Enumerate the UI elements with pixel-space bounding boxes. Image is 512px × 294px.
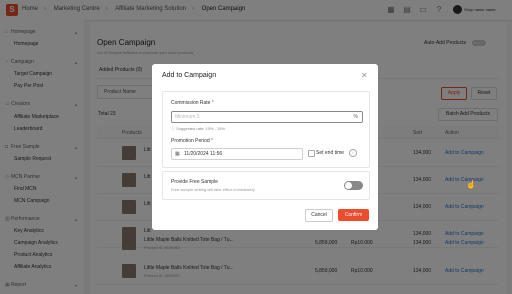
free-sample-title: Provide Free Sample	[171, 179, 218, 185]
set-end-time-label[interactable]: Set end time	[316, 150, 344, 156]
suggested-rate-hint: ⓘ Suggested rate: 10% - 15%	[171, 126, 226, 131]
close-icon[interactable]: ✕	[361, 71, 368, 80]
commission-rate-input[interactable]: Minimum 3 %	[171, 111, 363, 123]
add-to-campaign-dialog: Add to Campaign ✕ Commission Rate * Mini…	[152, 64, 378, 230]
free-sample-description: Free sample setting will take effect imm…	[171, 187, 255, 192]
cancel-button[interactable]: Cancel	[305, 209, 333, 222]
percent-unit: %	[353, 114, 358, 120]
commission-rate-label: Commission Rate *	[171, 100, 214, 106]
info-icon[interactable]: i	[349, 149, 357, 157]
dialog-title: Add to Campaign	[162, 72, 217, 79]
confirm-button[interactable]: Confirm	[338, 209, 369, 221]
promotion-period-label: Promotion Period *	[171, 138, 213, 144]
campaign-settings-panel: Commission Rate * Minimum 3 % ⓘ Suggeste…	[162, 91, 370, 168]
calendar-icon: ▦	[175, 151, 180, 157]
mouse-cursor-icon: ☝	[466, 180, 476, 189]
free-sample-panel: Provide Free Sample Free sample setting …	[162, 171, 370, 200]
free-sample-toggle[interactable]	[344, 181, 363, 190]
info-icon: ⓘ	[171, 126, 175, 131]
promotion-start-input[interactable]: ▦ 11/20/2024 11:56	[171, 148, 303, 160]
toggle-knob	[345, 182, 352, 189]
set-end-time-checkbox[interactable]	[308, 150, 315, 157]
